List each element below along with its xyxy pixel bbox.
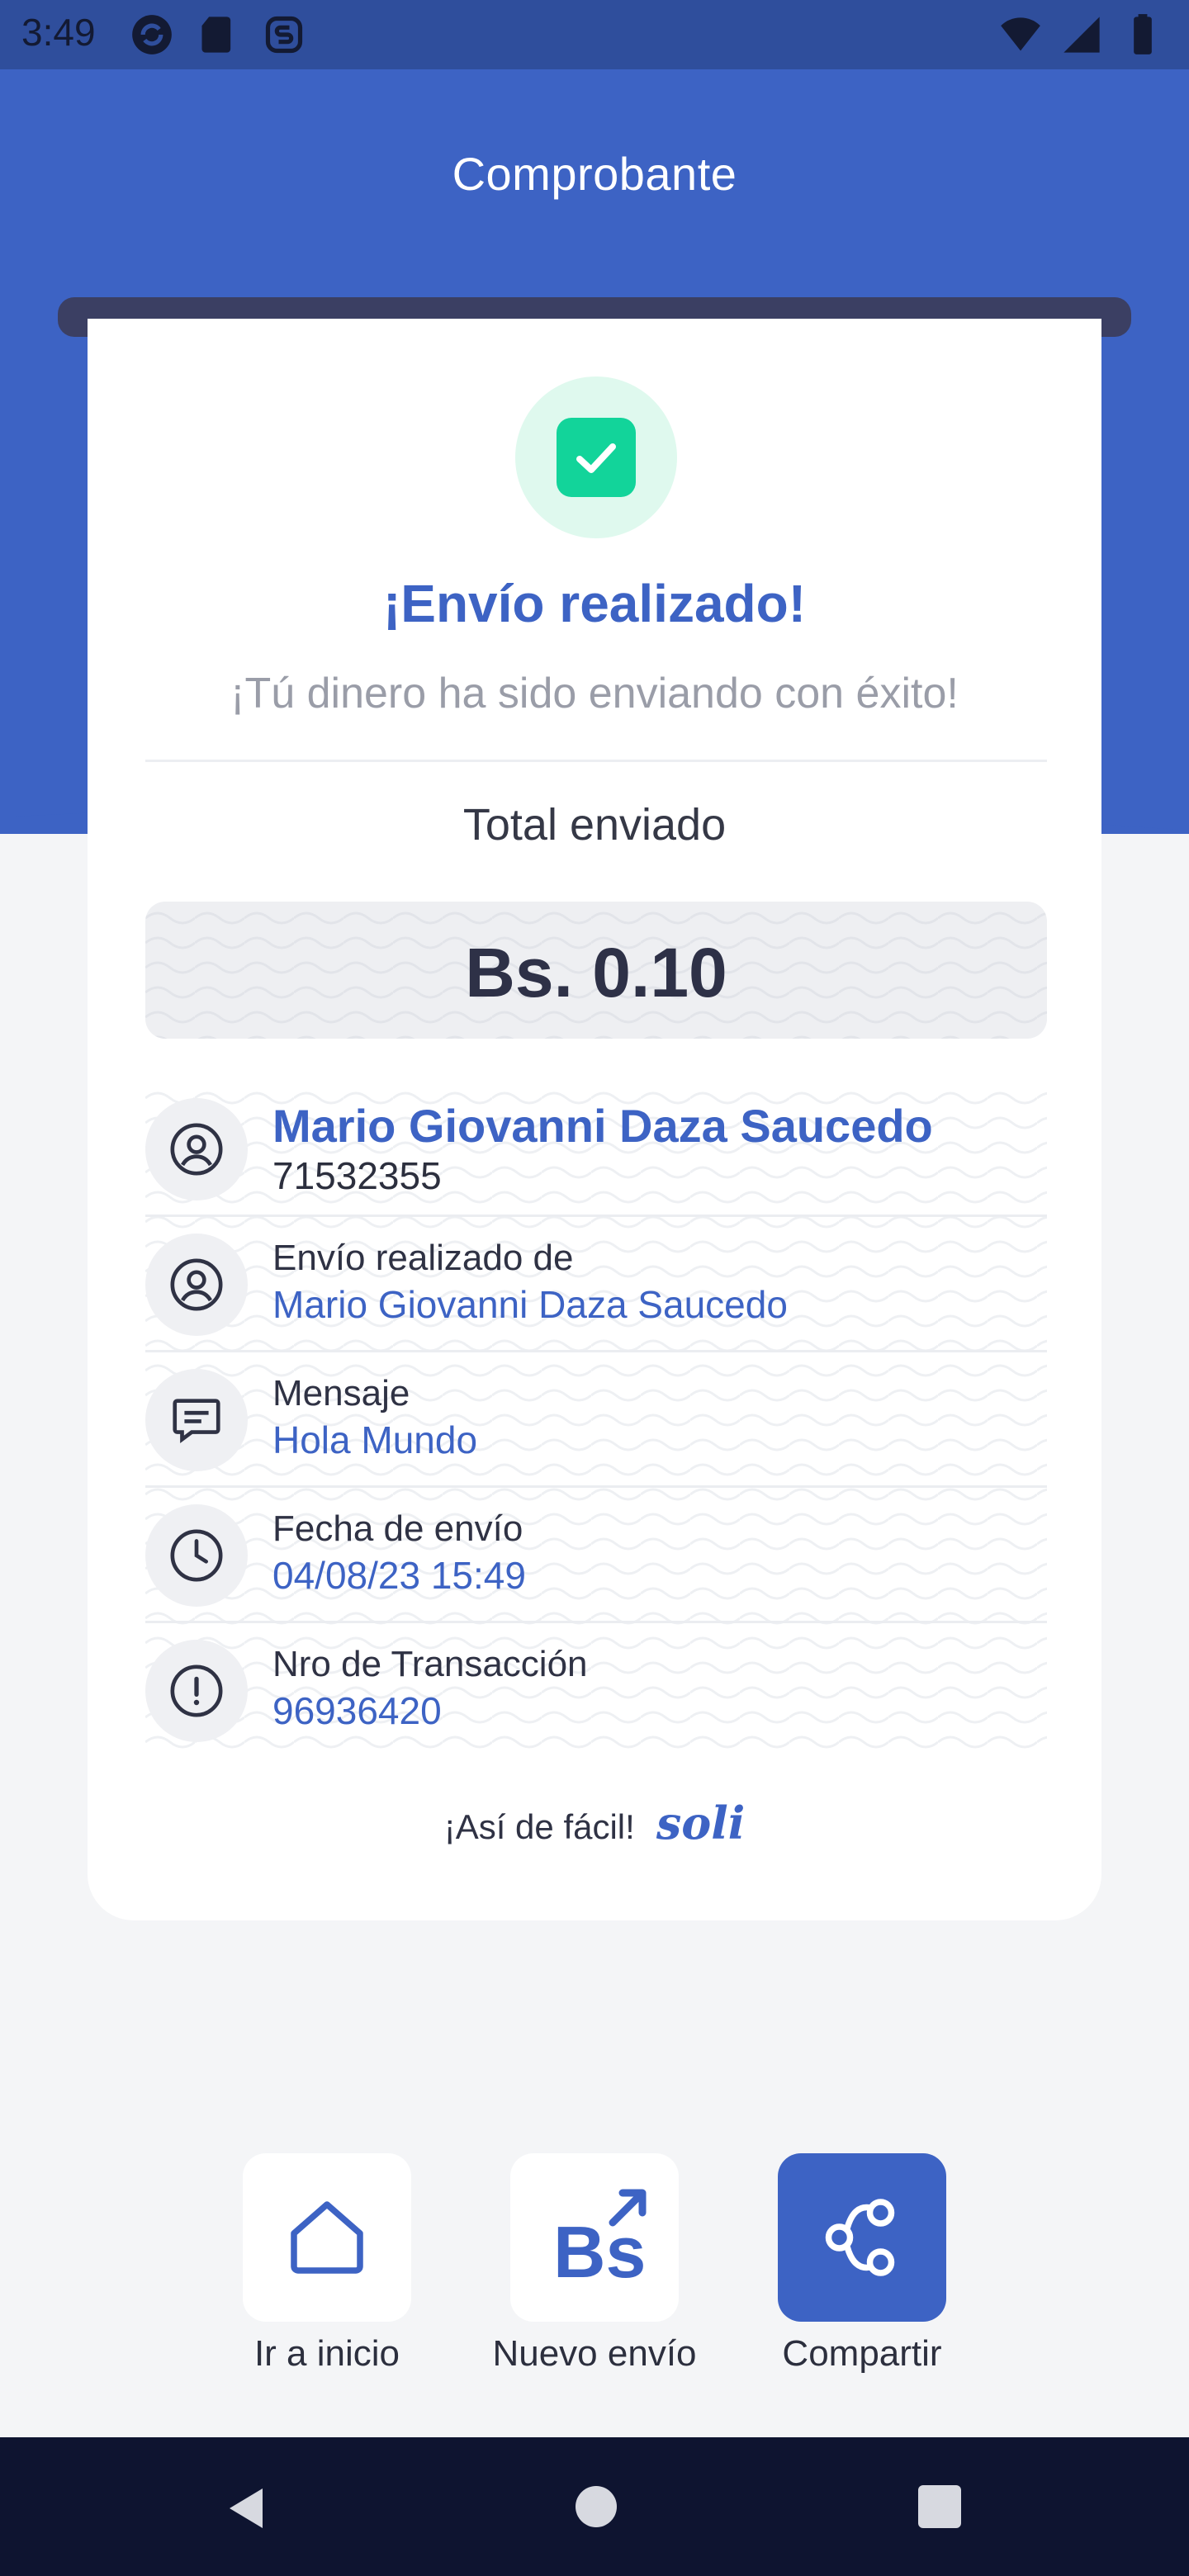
share-label: Compartir xyxy=(782,2333,942,2374)
alert-circle-icon xyxy=(145,1640,248,1742)
recipient-name: Mario Giovanni Daza Saucedo xyxy=(272,1100,933,1152)
home-nav-icon[interactable] xyxy=(573,2484,619,2530)
share-button[interactable] xyxy=(778,2153,946,2322)
page-title: Comprobante xyxy=(452,148,737,200)
user-circle-icon xyxy=(145,1098,248,1200)
status-time: 3:49 xyxy=(21,11,96,54)
date-label: Fecha de envío xyxy=(272,1508,523,1549)
success-heading: ¡Envío realizado! xyxy=(382,574,807,633)
divider xyxy=(145,760,1047,762)
soli-logo: soli xyxy=(656,1797,746,1849)
recents-icon[interactable] xyxy=(917,2484,963,2530)
message-row: Mensaje Hola Mundo xyxy=(145,1352,1047,1488)
recipient-phone: 71532355 xyxy=(272,1154,442,1197)
status-bar: 3:49 xyxy=(0,0,1189,69)
app-s-icon xyxy=(265,16,303,54)
sd-card-icon xyxy=(201,17,231,53)
recipient-row: Mario Giovanni Daza Saucedo 71532355 xyxy=(145,1082,1047,1217)
battery-icon xyxy=(1134,14,1152,54)
sync-icon xyxy=(132,15,172,54)
message-label: Mensaje xyxy=(272,1373,410,1413)
new-transfer-label: Nuevo envío xyxy=(492,2333,697,2374)
details-list: Mario Giovanni Daza Saucedo 71532355 Env… xyxy=(145,1082,1047,1759)
amount-box: Bs. 0.10 xyxy=(145,902,1047,1039)
wifi-icon xyxy=(1001,17,1040,51)
sender-row: Envío realizado de Mario Giovanni Daza S… xyxy=(145,1217,1047,1352)
tagline: ¡Así de fácil! soli xyxy=(88,1797,1101,1849)
date-row: Fecha de envío 04/08/23 15:49 xyxy=(145,1488,1047,1623)
new-transfer-action[interactable]: Bs Nuevo envío xyxy=(487,2153,702,2375)
success-subtitle: ¡Tú dinero ha sido enviando con éxito! xyxy=(230,670,959,717)
home-button[interactable] xyxy=(243,2153,411,2322)
receipt-card: ¡Envío realizado! ¡Tú dinero ha sido env… xyxy=(88,319,1101,1920)
back-icon[interactable] xyxy=(221,2484,271,2533)
bs-send-icon: Bs xyxy=(553,2189,647,2293)
share-action[interactable]: Compartir xyxy=(755,2153,969,2375)
system-nav-bar xyxy=(0,2437,1189,2576)
home-action[interactable]: Ir a inicio xyxy=(220,2153,434,2375)
share-icon xyxy=(825,2199,895,2276)
tagline-text: ¡Así de fácil! xyxy=(443,1807,635,1846)
transaction-value: 96936420 xyxy=(272,1689,442,1732)
home-label: Ir a inicio xyxy=(253,2333,400,2374)
new-transfer-button[interactable]: Bs xyxy=(510,2153,679,2322)
transaction-label: Nro de Transacción xyxy=(272,1644,588,1684)
sender-value: Mario Giovanni Daza Saucedo xyxy=(272,1283,788,1326)
message-value: Hola Mundo xyxy=(272,1418,478,1461)
signal-icon xyxy=(1063,17,1100,53)
clock-icon xyxy=(145,1504,248,1607)
amount-value: Bs. 0.10 xyxy=(465,934,727,1011)
date-value: 04/08/23 15:49 xyxy=(272,1554,526,1597)
transaction-row: Nro de Transacción 96936420 xyxy=(145,1623,1047,1759)
user-circle-icon xyxy=(145,1234,248,1336)
sender-label: Envío realizado de xyxy=(272,1238,574,1278)
home-icon xyxy=(291,2201,363,2274)
message-icon xyxy=(145,1369,248,1471)
check-icon xyxy=(557,418,636,497)
bs-glyph: Bs xyxy=(553,2211,647,2293)
success-badge xyxy=(515,376,677,538)
total-label: Total enviado xyxy=(462,800,727,850)
